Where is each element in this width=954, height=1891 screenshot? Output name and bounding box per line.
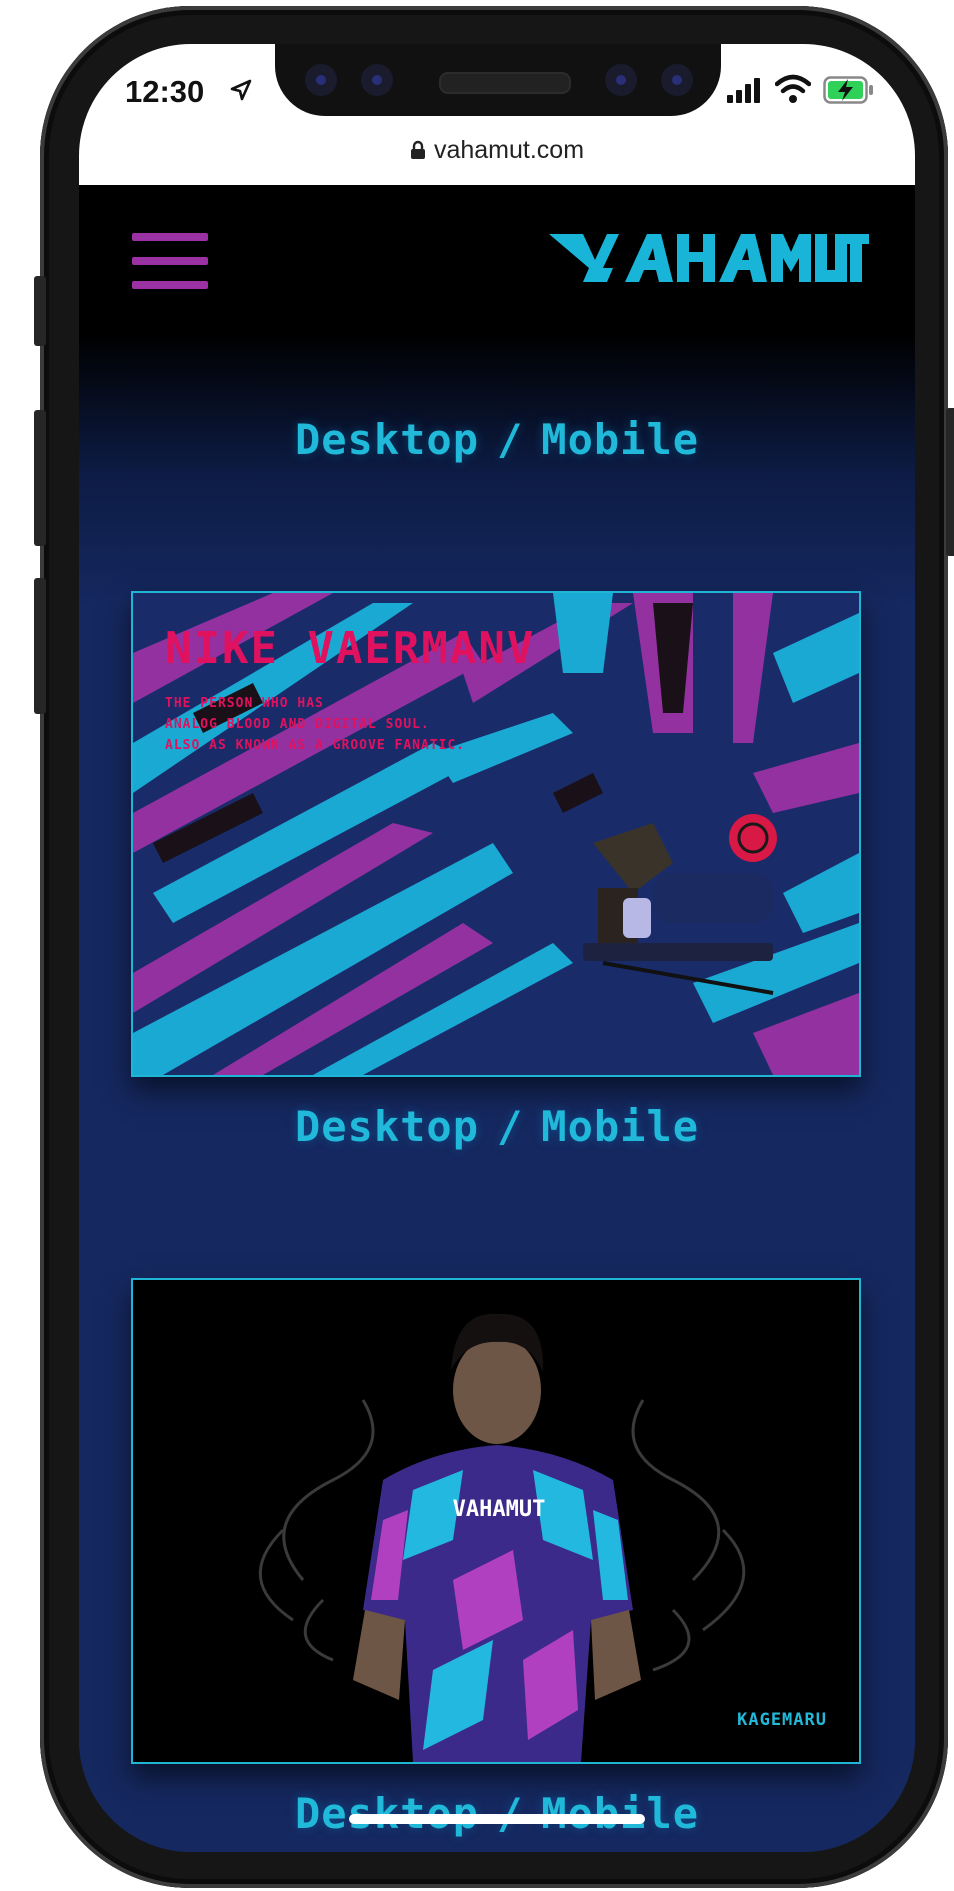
player-portrait-photo: VAHAMUT (133, 1280, 859, 1762)
website-content: Desktop / Mobile NIKE VAERMANV THE PERSO… (79, 185, 915, 1852)
sensor-dot (361, 64, 393, 96)
section-caption: Desktop / Mobile (79, 1102, 915, 1151)
caption-separator: / (497, 415, 524, 464)
silent-switch (34, 276, 46, 346)
shirt-logo-text: VAHAMUT (453, 1497, 546, 1522)
cellular-signal-icon (727, 78, 760, 103)
sensor-dot (661, 64, 693, 96)
status-time: 12:30 (125, 74, 205, 109)
portfolio-card-kagemaru[interactable]: VAHAMUT KAGEMARU (131, 1278, 861, 1764)
browser-header: 12:30 vahamut.com (79, 44, 915, 185)
card-description: THE PERSON WHO HAS ANALOG BLOOD AND DIGI… (165, 696, 466, 753)
url-text: vahamut.com (433, 136, 585, 164)
sensor-dot (305, 64, 337, 96)
mobile-link[interactable]: Mobile (541, 415, 699, 464)
battery-charging-icon (823, 76, 873, 104)
hamburger-menu-icon[interactable] (132, 233, 208, 295)
camera-dot (605, 64, 637, 96)
vahamut-logo[interactable] (549, 228, 869, 288)
wifi-icon (775, 74, 811, 103)
power-button (946, 408, 954, 556)
lock-icon (410, 140, 425, 159)
volume-down-button (34, 578, 46, 714)
location-arrow-icon (230, 79, 252, 101)
desktop-link[interactable]: Desktop (295, 415, 479, 464)
portfolio-card-nike[interactable]: NIKE VAERMANV THE PERSON WHO HAS ANALOG … (131, 591, 861, 1077)
phone-screen: 12:30 vahamut.com Desktop / Mobile NIKE … (79, 44, 915, 1852)
mobile-link[interactable]: Mobile (541, 1102, 699, 1151)
speaker-grille (439, 72, 571, 94)
player-name-tag: KAGEMARU (737, 1710, 827, 1730)
camera-notch (275, 44, 721, 116)
address-bar[interactable]: vahamut.com (79, 136, 915, 165)
caption-separator: / (497, 1102, 524, 1151)
home-indicator[interactable] (349, 1814, 645, 1824)
volume-up-button (34, 410, 46, 546)
card-title: NIKE VAERMANV (165, 623, 536, 674)
section-caption: Desktop / Mobile (79, 415, 915, 464)
desktop-link[interactable]: Desktop (295, 1102, 479, 1151)
